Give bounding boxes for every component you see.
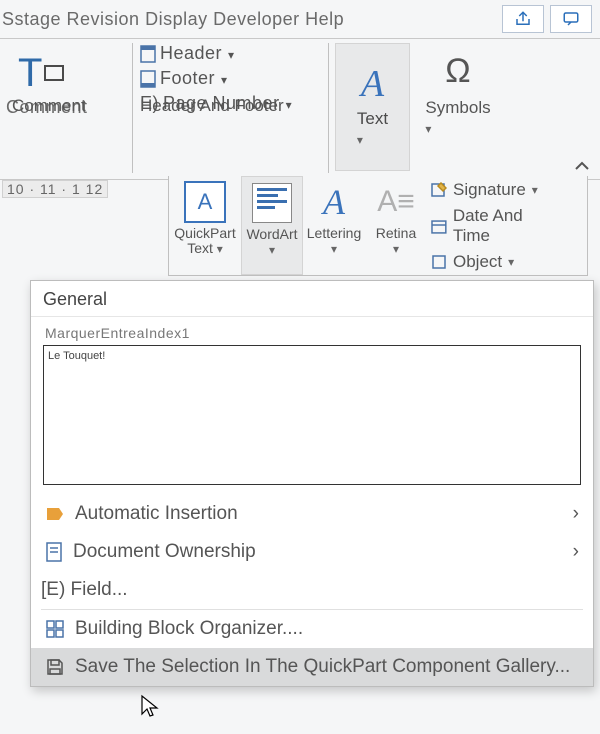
chevron-down-icon	[284, 93, 293, 114]
autotext-icon	[45, 504, 65, 524]
ruler: 10 · 11 · 1 12	[2, 180, 108, 198]
text-label: Text▾	[357, 109, 388, 149]
calendar-icon	[431, 218, 447, 234]
date-time-button[interactable]: Date And Time	[431, 206, 563, 246]
retina-label: Retina	[376, 225, 416, 241]
text-dropdown-button[interactable]: A Text▾	[335, 43, 410, 171]
text-a-icon: A	[361, 65, 384, 103]
collapse-ribbon-button[interactable]	[574, 159, 590, 175]
divider	[132, 43, 133, 173]
menu-section-general: General	[31, 281, 593, 317]
wordart-icon	[252, 183, 292, 223]
signature-icon	[431, 182, 447, 198]
chevron-up-icon	[574, 160, 590, 172]
document-ownership-label: Document Ownership	[73, 541, 256, 563]
group-header-footer: Header Footer E) Page Number Header And …	[140, 43, 320, 118]
quickpart-icon: A	[184, 181, 226, 223]
footer-button[interactable]: Footer	[140, 68, 320, 89]
signature-button[interactable]: Signature ▾	[431, 180, 563, 200]
object-icon	[431, 254, 447, 270]
signature-label: Signature	[453, 180, 526, 200]
chevron-down-icon	[219, 68, 228, 89]
automatic-insertion-label: Automatic Insertion	[75, 503, 238, 525]
comments-icon	[562, 10, 580, 28]
menu-items[interactable]: Sstage Revision Display Developer Help	[2, 9, 344, 30]
footer-label: Footer	[160, 68, 215, 89]
chevron-right-icon: ›	[573, 541, 579, 563]
organizer-icon	[45, 619, 65, 639]
comment-t-icon: T	[18, 53, 42, 93]
save-icon	[45, 657, 65, 677]
menu-save-selection[interactable]: Save The Selection In The QuickPart Comp…	[31, 648, 593, 686]
share-icon	[514, 10, 532, 28]
comment-box-icon	[44, 65, 64, 81]
lettering-label: Lettering	[307, 225, 361, 241]
header-label: Header	[160, 43, 222, 64]
menu-building-block[interactable]: Building Block Organizer....	[31, 610, 593, 648]
menu-document-ownership[interactable]: Document Ownership ›	[31, 533, 593, 571]
dropcap-icon: A≡	[377, 185, 415, 219]
comment-button[interactable]: T	[18, 53, 126, 93]
menu-bar: Sstage Revision Display Developer Help	[0, 0, 600, 38]
save-selection-label: Save The Selection In The QuickPart Comp…	[75, 656, 570, 678]
text-subribbon: A QuickPartText ▾ WordArt▾ A Lettering▾ …	[168, 176, 588, 276]
group-title-header-footer: Header And Footer	[140, 96, 284, 116]
menu-field[interactable]: [E) Field...	[31, 571, 593, 609]
quickpart-preview[interactable]: Le Touquet!	[43, 345, 581, 485]
group-comment: T Comment Comment	[6, 43, 126, 118]
date-time-label: Date And Time	[453, 206, 563, 246]
chevron-right-icon: ›	[573, 503, 579, 525]
symbols-dropdown-button[interactable]: Ω Symbols▾	[418, 43, 498, 138]
quickpart-button[interactable]: A QuickPartText ▾	[169, 176, 241, 275]
lettering-button[interactable]: A Lettering▾	[303, 176, 365, 275]
quickpart-menu: General MarquerEntreaIndex1 Le Touquet! …	[30, 280, 594, 687]
wordart-label: WordArt	[246, 226, 297, 242]
lettering-icon: A	[323, 181, 345, 223]
ribbon: T Comment Comment Header Footer E) Page …	[0, 38, 600, 180]
dropcap-button[interactable]: A≡ Retina▾	[365, 176, 427, 275]
cursor-icon	[140, 694, 160, 720]
menu-entry-name: MarquerEntreaIndex1	[31, 317, 593, 345]
menu-automatic-insertion[interactable]: Automatic Insertion ›	[31, 495, 593, 533]
chevron-down-icon	[226, 43, 235, 64]
building-block-label: Building Block Organizer....	[75, 618, 303, 640]
object-button[interactable]: Object ▾	[431, 252, 563, 272]
quickpart-label: QuickPart	[174, 225, 235, 241]
omega-icon: Ω	[445, 51, 470, 92]
object-label: Object	[453, 252, 502, 272]
symbols-label: Symbols▾	[425, 98, 490, 138]
share-button[interactable]	[502, 5, 544, 33]
text-extra-column: Signature ▾ Date And Time Object ▾	[427, 176, 567, 275]
comments-button[interactable]	[550, 5, 592, 33]
group-title-comment: Comment	[12, 96, 86, 116]
document-property-icon	[45, 542, 63, 562]
header-icon	[140, 45, 156, 63]
footer-icon	[140, 70, 156, 88]
divider	[328, 43, 329, 173]
wordart-button[interactable]: WordArt▾	[241, 176, 303, 275]
header-button[interactable]: Header	[140, 43, 320, 64]
